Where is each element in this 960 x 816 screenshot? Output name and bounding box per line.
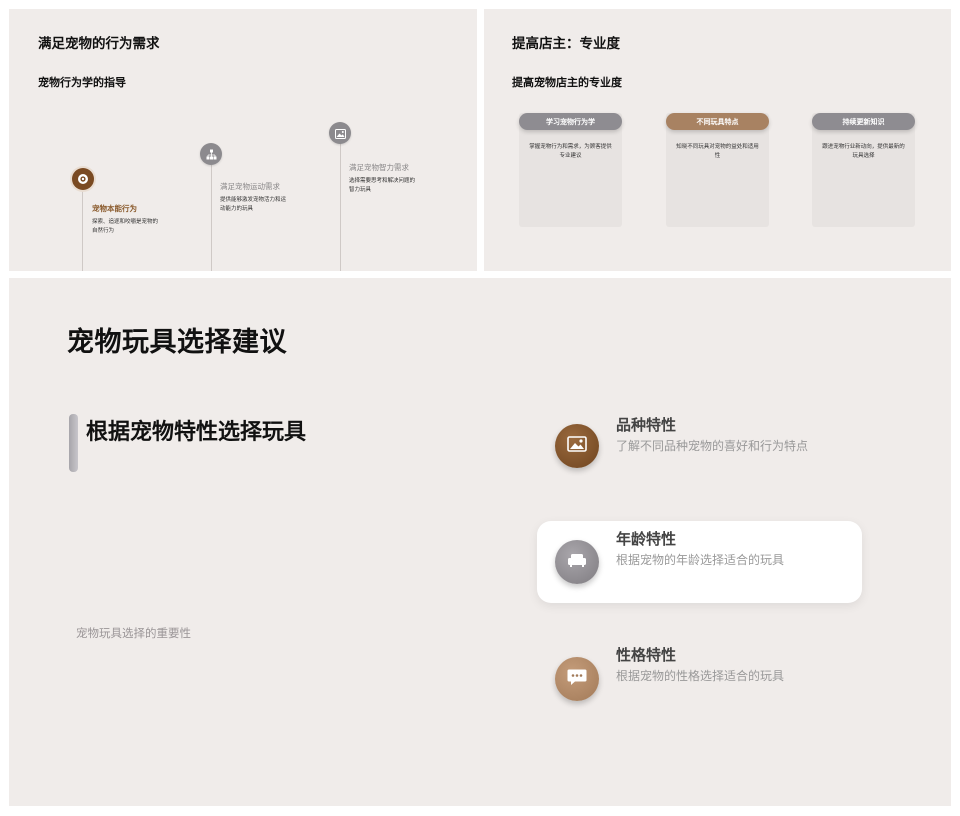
timeline-desc-3: 选择需要思考和解决问题的智力玩具 [349, 178, 416, 193]
feature-icon-circle-2 [555, 540, 599, 584]
card-label-1: 学习宠物行为学 [519, 113, 622, 130]
timeline-desc-2: 提供能够激发宠物活力和运动能力的玩具 [220, 197, 287, 212]
image-icon [567, 436, 587, 456]
feature-heading-1: 品种特性 [616, 416, 677, 434]
timeline-node-1 [72, 168, 94, 190]
slide-toy-advice[interactable]: 宠物玩具选择建议 根据宠物特性选择玩具 宠物玩具选择的重要性 品种特性 了解不同… [9, 278, 951, 806]
slide1-subtitle: 宠物行为学的指导 [38, 76, 126, 89]
timeline-line-2 [211, 165, 212, 271]
feature-icon-circle-1 [555, 424, 599, 468]
footnote: 宠物玩具选择的重要性 [76, 626, 191, 640]
feature-desc-3: 根据宠物的性格选择适合的玩具 [616, 669, 785, 683]
image-icon [334, 124, 346, 143]
slide1-title: 满足宠物的行为需求 [38, 36, 160, 52]
feature-heading-2: 年龄特性 [616, 530, 677, 548]
card-toy-features: 不同玩具特点 知晓不同玩具对宠物的益处和适用性 [666, 113, 769, 227]
slide2-title: 提高店主：专业度 [512, 36, 620, 52]
card-update-knowledge: 持续更新知识 跟进宠物行业新动向，提供最新的玩具选择 [812, 113, 915, 227]
card-label-3: 持续更新知识 [812, 113, 915, 130]
slide2-subtitle: 提高宠物店主的专业度 [512, 76, 622, 89]
card-learn-behavior: 学习宠物行为学 掌握宠物行为和需求，为顾客提供专业建议 [519, 113, 622, 227]
chat-bubble-icon [567, 668, 587, 690]
network-icon [206, 145, 217, 164]
feature-desc-2: 根据宠物的年龄选择适合的玩具 [616, 553, 785, 567]
timeline-heading-1: 宠物本能行为 [92, 204, 137, 213]
feature-icon-circle-3 [555, 657, 599, 701]
slide-owner-expertise[interactable]: 提高店主：专业度 提高宠物店主的专业度 学习宠物行为学 掌握宠物行为和需求，为顾… [484, 9, 951, 271]
slide3-title: 宠物玩具选择建议 [67, 327, 287, 358]
timeline-line-3 [340, 143, 341, 271]
feature-desc-1: 了解不同品种宠物的喜好和行为特点 [616, 439, 809, 453]
timeline-node-2 [200, 143, 222, 165]
timeline-node-3 [329, 122, 351, 144]
section-title: 根据宠物特性选择玩具 [86, 420, 307, 445]
accent-bar [69, 414, 78, 472]
sofa-icon [567, 552, 587, 572]
timeline-line-1 [82, 189, 83, 271]
target-icon [77, 170, 89, 189]
card-label-2: 不同玩具特点 [666, 113, 769, 130]
feature-heading-3: 性格特性 [616, 646, 677, 664]
card-desc-1: 掌握宠物行为和需求，为顾客提供专业建议 [529, 144, 612, 159]
slide-behavior-needs[interactable]: 满足宠物的行为需求 宠物行为学的指导 宠物本能行为 探索、追逐和咬嚼是宠物的自然… [9, 9, 477, 271]
timeline-heading-3: 满足宠物智力需求 [349, 163, 409, 172]
timeline-heading-2: 满足宠物运动需求 [220, 182, 280, 191]
card-desc-2: 知晓不同玩具对宠物的益处和适用性 [676, 144, 759, 159]
timeline-desc-1: 探索、追逐和咬嚼是宠物的自然行为 [92, 219, 159, 234]
card-desc-3: 跟进宠物行业新动向，提供最新的玩具选择 [822, 144, 905, 159]
